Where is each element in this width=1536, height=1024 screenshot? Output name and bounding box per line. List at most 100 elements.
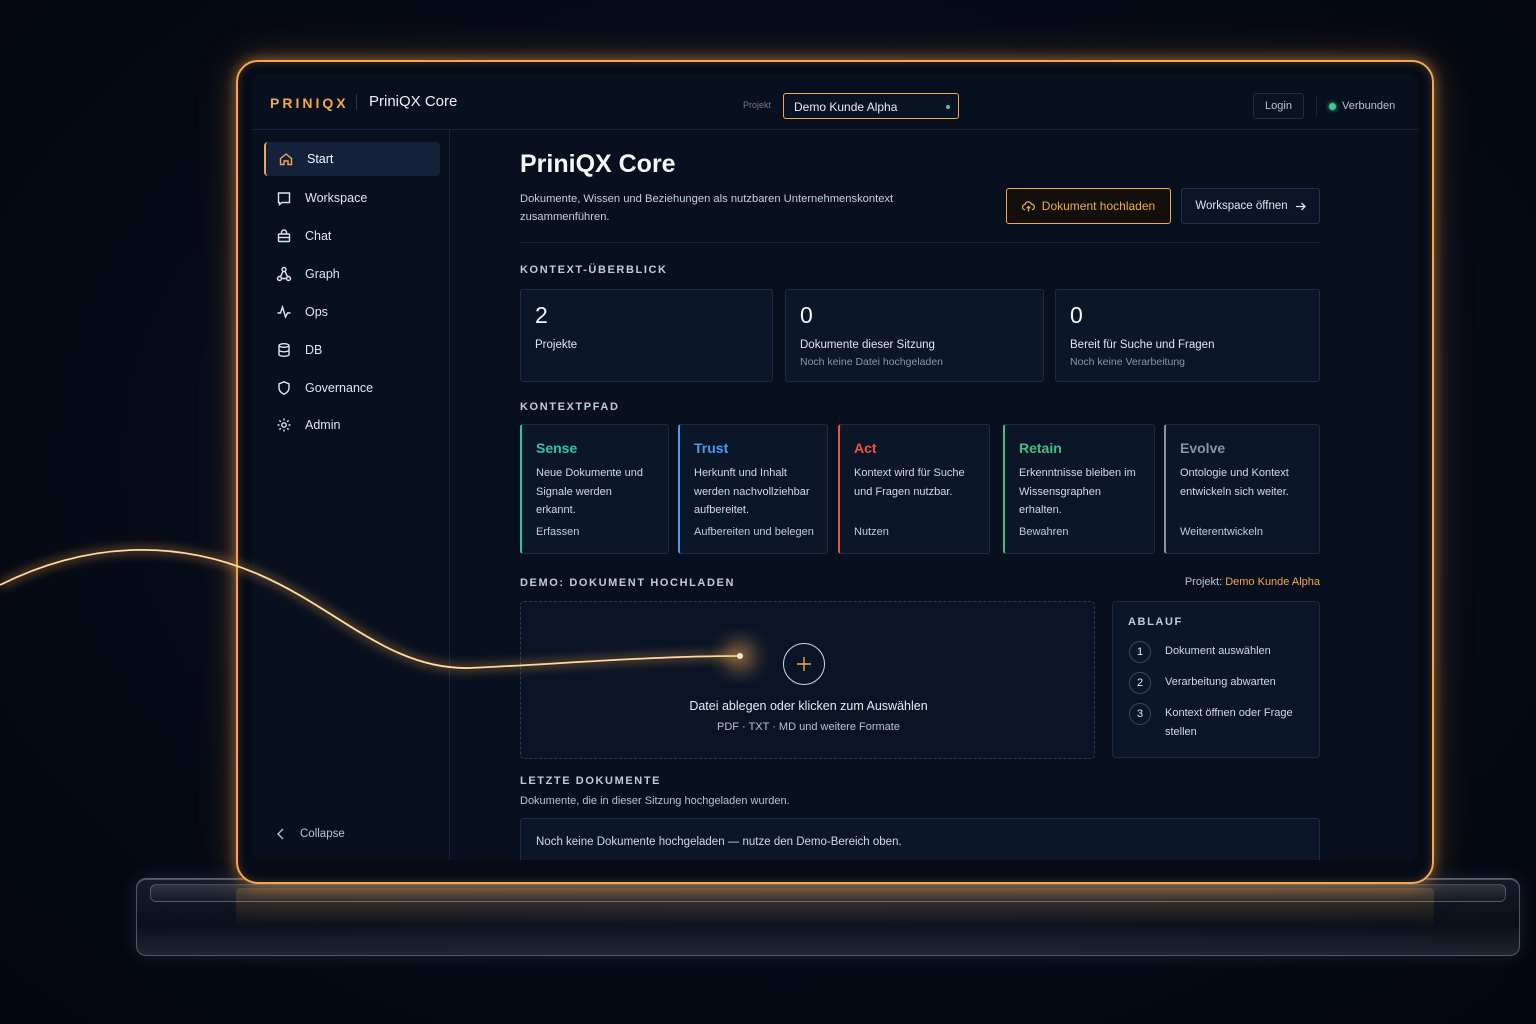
flow-panel: ABLAUF 1 Dokument auswählen 2 Verarbeitu… bbox=[1112, 601, 1320, 758]
collapse-label: Collapse bbox=[300, 828, 345, 840]
sidebar-item-label: Chat bbox=[305, 229, 332, 243]
upload-document-button[interactable]: Dokument hochladen bbox=[1006, 188, 1171, 224]
stat-value: 0 bbox=[800, 302, 813, 328]
path-card-tag: Weiterentwickeln bbox=[1180, 526, 1263, 538]
path-card-desc: Kontext wird für Suche und Fragen nutzba… bbox=[854, 467, 965, 498]
path-card-tag: Erfassen bbox=[536, 526, 580, 538]
file-dropzone[interactable]: Datei ablegen oder klicken zum Auswählen… bbox=[520, 601, 1095, 759]
app-title: PriniQX Core bbox=[369, 93, 458, 110]
sidebar-item-label: DB bbox=[305, 343, 323, 357]
sidebar-item-label: Governance bbox=[305, 381, 374, 395]
divider bbox=[520, 242, 1320, 243]
project-select[interactable]: Demo Kunde Alpha bbox=[783, 93, 959, 119]
brand-logo: PRINIQX bbox=[270, 95, 349, 111]
sidebar-item-label: Graph bbox=[305, 267, 340, 281]
path-card-tag: Bewahren bbox=[1019, 526, 1069, 538]
flow-step: 3 Kontext öffnen oder Frage stellen bbox=[1129, 703, 1309, 741]
sidebar-item-start[interactable]: Start bbox=[264, 142, 440, 176]
stat-card-projects: 2 Projekte bbox=[520, 289, 773, 382]
pulse-icon bbox=[277, 304, 291, 319]
cloud-upload-icon bbox=[1021, 200, 1035, 212]
connected-dot-icon bbox=[1329, 102, 1336, 110]
path-card-desc: Ontologie und Kontext entwickeln sich we… bbox=[1180, 467, 1289, 498]
demo-project-ref: Projekt: Demo Kunde Alpha bbox=[1185, 576, 1320, 588]
path-card-desc: Herkunft und Inhalt werden nachvollziehb… bbox=[694, 467, 810, 516]
upload-document-label: Dokument hochladen bbox=[1041, 199, 1156, 213]
path-card-sense[interactable]: Sense Neue Dokumente und Signale werden … bbox=[520, 424, 669, 554]
step-text: Kontext öffnen oder Frage stellen bbox=[1165, 707, 1293, 738]
stat-card-ready: 0 Bereit für Suche und Fragen Noch keine… bbox=[1055, 289, 1320, 382]
login-button[interactable]: Login bbox=[1253, 93, 1304, 119]
sidebar-item-admin[interactable]: Admin bbox=[264, 408, 440, 442]
path-card-title: Trust bbox=[694, 440, 729, 456]
monitor-frame: PRINIQX PriniQX Core Projekt Demo Kunde … bbox=[236, 60, 1434, 884]
book-icon bbox=[277, 192, 291, 206]
open-workspace-label: Workspace öffnen bbox=[1195, 200, 1288, 212]
sidebar: Start Workspace Chat Graph Ops DB Govern… bbox=[252, 130, 450, 860]
stat-label: Bereit für Suche und Fragen bbox=[1070, 339, 1215, 351]
page-subtitle: Dokumente, Wissen und Beziehungen als nu… bbox=[520, 193, 894, 223]
stat-value: 0 bbox=[1070, 302, 1083, 328]
flow-step: 2 Verarbeitung abwarten bbox=[1129, 672, 1309, 694]
overview-heading: KONTEXT-ÜBERBLICK bbox=[520, 264, 668, 276]
sidebar-item-governance[interactable]: Governance bbox=[264, 371, 440, 405]
sidebar-item-graph[interactable]: Graph bbox=[264, 257, 440, 291]
path-card-desc: Neue Dokumente und Signale werden erkann… bbox=[536, 467, 644, 516]
sidebar-item-workspace[interactable]: Workspace bbox=[264, 181, 440, 215]
database-icon bbox=[278, 343, 290, 358]
path-card-title: Sense bbox=[536, 440, 578, 456]
demo-project-prefix: Projekt: bbox=[1184, 576, 1223, 588]
top-bar: PRINIQX PriniQX Core Projekt Demo Kunde … bbox=[252, 74, 1418, 130]
stat-label: Projekte bbox=[535, 339, 578, 351]
step-number: 3 bbox=[1129, 703, 1151, 725]
brand-divider bbox=[356, 94, 357, 110]
chat-icon bbox=[277, 229, 291, 243]
step-number: 2 bbox=[1129, 672, 1151, 694]
stat-sub: Noch keine Datei hochgeladen bbox=[800, 356, 944, 368]
demo-project-link[interactable]: Demo Kunde Alpha bbox=[1225, 576, 1320, 588]
sidebar-item-label: Admin bbox=[305, 418, 341, 432]
open-workspace-button[interactable]: Workspace öffnen bbox=[1181, 188, 1320, 224]
add-file-button[interactable] bbox=[783, 643, 825, 685]
flow-heading: ABLAUF bbox=[1128, 616, 1183, 628]
sidebar-item-label: Workspace bbox=[305, 191, 368, 205]
project-select-value: Demo Kunde Alpha bbox=[794, 100, 898, 114]
stat-label: Dokumente dieser Sitzung bbox=[800, 339, 935, 351]
graph-icon bbox=[276, 266, 292, 282]
path-card-evolve[interactable]: Evolve Ontologie und Kontext entwickeln … bbox=[1164, 424, 1320, 554]
arrow-right-icon bbox=[1295, 202, 1306, 210]
step-text: Dokument auswählen bbox=[1165, 645, 1271, 657]
path-card-title: Retain bbox=[1019, 440, 1062, 456]
connection-status: Verbunden bbox=[1329, 100, 1395, 112]
path-card-title: Act bbox=[854, 440, 877, 456]
shield-icon bbox=[278, 381, 290, 395]
stat-sub: Noch keine Verarbeitung bbox=[1070, 356, 1185, 368]
sidebar-item-label: Ops bbox=[305, 305, 328, 319]
path-card-act[interactable]: Act Kontext wird für Suche und Fragen nu… bbox=[838, 424, 990, 554]
demo-upload-heading: DEMO: DOKUMENT HOCHLADEN bbox=[520, 577, 736, 589]
recent-documents-empty: Noch keine Dokumente hochgeladen — nutze… bbox=[520, 818, 1320, 860]
plus-icon bbox=[797, 657, 811, 671]
project-label: Projekt bbox=[743, 100, 772, 110]
project-status-dot bbox=[946, 105, 950, 109]
status-divider bbox=[1316, 96, 1317, 116]
path-card-retain[interactable]: Retain Erkenntnisse bleiben im Wissensgr… bbox=[1003, 424, 1155, 554]
stat-card-documents: 0 Dokumente dieser Sitzung Noch keine Da… bbox=[785, 289, 1044, 382]
path-card-desc: Erkenntnisse bleiben im Wissensgraphen e… bbox=[1019, 467, 1136, 516]
sidebar-item-db[interactable]: DB bbox=[264, 333, 440, 367]
home-icon bbox=[279, 153, 293, 166]
app-screen: PRINIQX PriniQX Core Projekt Demo Kunde … bbox=[252, 74, 1418, 860]
chevron-left-icon bbox=[277, 828, 284, 840]
path-card-trust[interactable]: Trust Herkunft und Inhalt werden nachvol… bbox=[678, 424, 828, 554]
path-card-tag: Nutzen bbox=[854, 526, 889, 538]
sidebar-item-ops[interactable]: Ops bbox=[264, 295, 440, 329]
collapse-button[interactable]: Collapse bbox=[276, 828, 345, 840]
path-card-tag: Aufbereiten und belegen bbox=[694, 526, 814, 538]
recent-documents-subtitle: Dokumente, die in dieser Sitzung hochgel… bbox=[520, 795, 790, 807]
recent-documents-heading: LETZTE DOKUMENTE bbox=[520, 775, 662, 787]
sidebar-item-chat[interactable]: Chat bbox=[264, 219, 440, 253]
stand-reflection bbox=[236, 888, 1434, 928]
step-number: 1 bbox=[1129, 641, 1151, 663]
connection-status-label: Verbunden bbox=[1342, 100, 1396, 112]
sidebar-item-label: Start bbox=[307, 152, 334, 166]
